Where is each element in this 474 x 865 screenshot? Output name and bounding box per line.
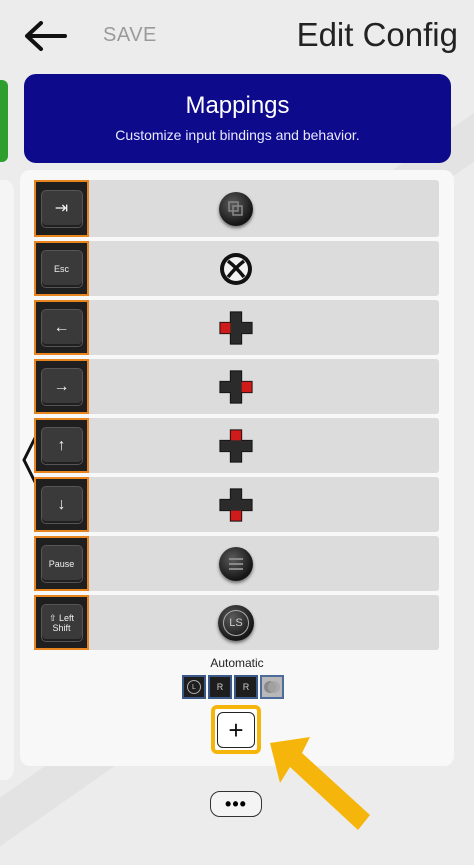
left-stick-button-icon: LS: [218, 604, 254, 641]
mappings-header: Mappings Customize input bindings and be…: [24, 74, 451, 163]
top-bar: SAVE Edit Config: [0, 0, 474, 70]
auto-icon-label: L: [187, 680, 201, 694]
save-button[interactable]: SAVE: [103, 24, 157, 47]
left-bumper-icon[interactable]: L: [182, 675, 206, 699]
dpad-down-icon: [218, 487, 254, 523]
dpad-up-icon: [218, 428, 254, 464]
xbox-guide-icon: [218, 251, 254, 287]
stick-icon[interactable]: [260, 675, 284, 699]
plus-icon: +: [217, 711, 255, 748]
add-mapping-button[interactable]: +: [211, 705, 261, 754]
menu-button-icon: [218, 546, 254, 582]
pointer-arrow-icon: [270, 737, 370, 830]
mapping-list: ⇥ Esc ← → ↑ ↓ Pause ⇧ Left Shift LS: [34, 180, 439, 654]
section-subtitle: Customize input bindings and behavior.: [115, 127, 360, 143]
key-label: ⇥: [41, 190, 82, 227]
section-title: Mappings: [185, 92, 290, 119]
auto-icon-label: R: [242, 682, 250, 692]
automatic-label: Automatic: [210, 656, 264, 670]
right-bumper-icon[interactable]: R: [208, 675, 232, 699]
dpad-left-icon: [218, 310, 254, 346]
left-side-tab[interactable]: [0, 80, 8, 162]
keyboard-key: ⇧ Left Shift: [34, 595, 89, 650]
key-label: ←: [41, 309, 82, 346]
right-trigger-icon[interactable]: R: [234, 675, 258, 699]
mapping-row[interactable]: ⇧ Left Shift LS: [34, 595, 439, 650]
keyboard-key: Esc: [34, 241, 89, 296]
keyboard-key: ↓: [34, 477, 89, 532]
automatic-icons: L R R: [182, 675, 284, 699]
mapping-row[interactable]: →: [34, 359, 439, 414]
dpad-right-icon: [218, 369, 254, 405]
key-label: ↓: [41, 486, 82, 523]
arrow-left-icon: [25, 21, 67, 51]
mapping-row[interactable]: ↑: [34, 418, 439, 473]
mapping-row[interactable]: Pause: [34, 536, 439, 591]
keyboard-key: →: [34, 359, 89, 414]
mapping-row[interactable]: ⇥: [34, 180, 439, 237]
back-button[interactable]: [18, 14, 72, 58]
mapping-row[interactable]: ←: [34, 300, 439, 355]
mapping-row[interactable]: Esc: [34, 241, 439, 296]
more-options-button[interactable]: •••: [210, 791, 262, 817]
page-title: Edit Config: [296, 16, 458, 53]
view-button-icon: [218, 191, 254, 227]
mapping-row[interactable]: ↓: [34, 477, 439, 532]
stick-label: LS: [223, 609, 249, 636]
auto-icon-label: R: [216, 682, 224, 692]
key-label: Pause: [41, 545, 82, 582]
key-label: Esc: [41, 250, 82, 287]
keyboard-key: ↑: [34, 418, 89, 473]
key-label: ⇧ Left Shift: [41, 604, 82, 641]
keyboard-key: ⇥: [34, 180, 89, 237]
key-label: →: [41, 368, 82, 405]
keyboard-key: Pause: [34, 536, 89, 591]
left-panel-edge: [0, 180, 14, 780]
keyboard-key: ←: [34, 300, 89, 355]
key-label: ↑: [41, 427, 82, 464]
